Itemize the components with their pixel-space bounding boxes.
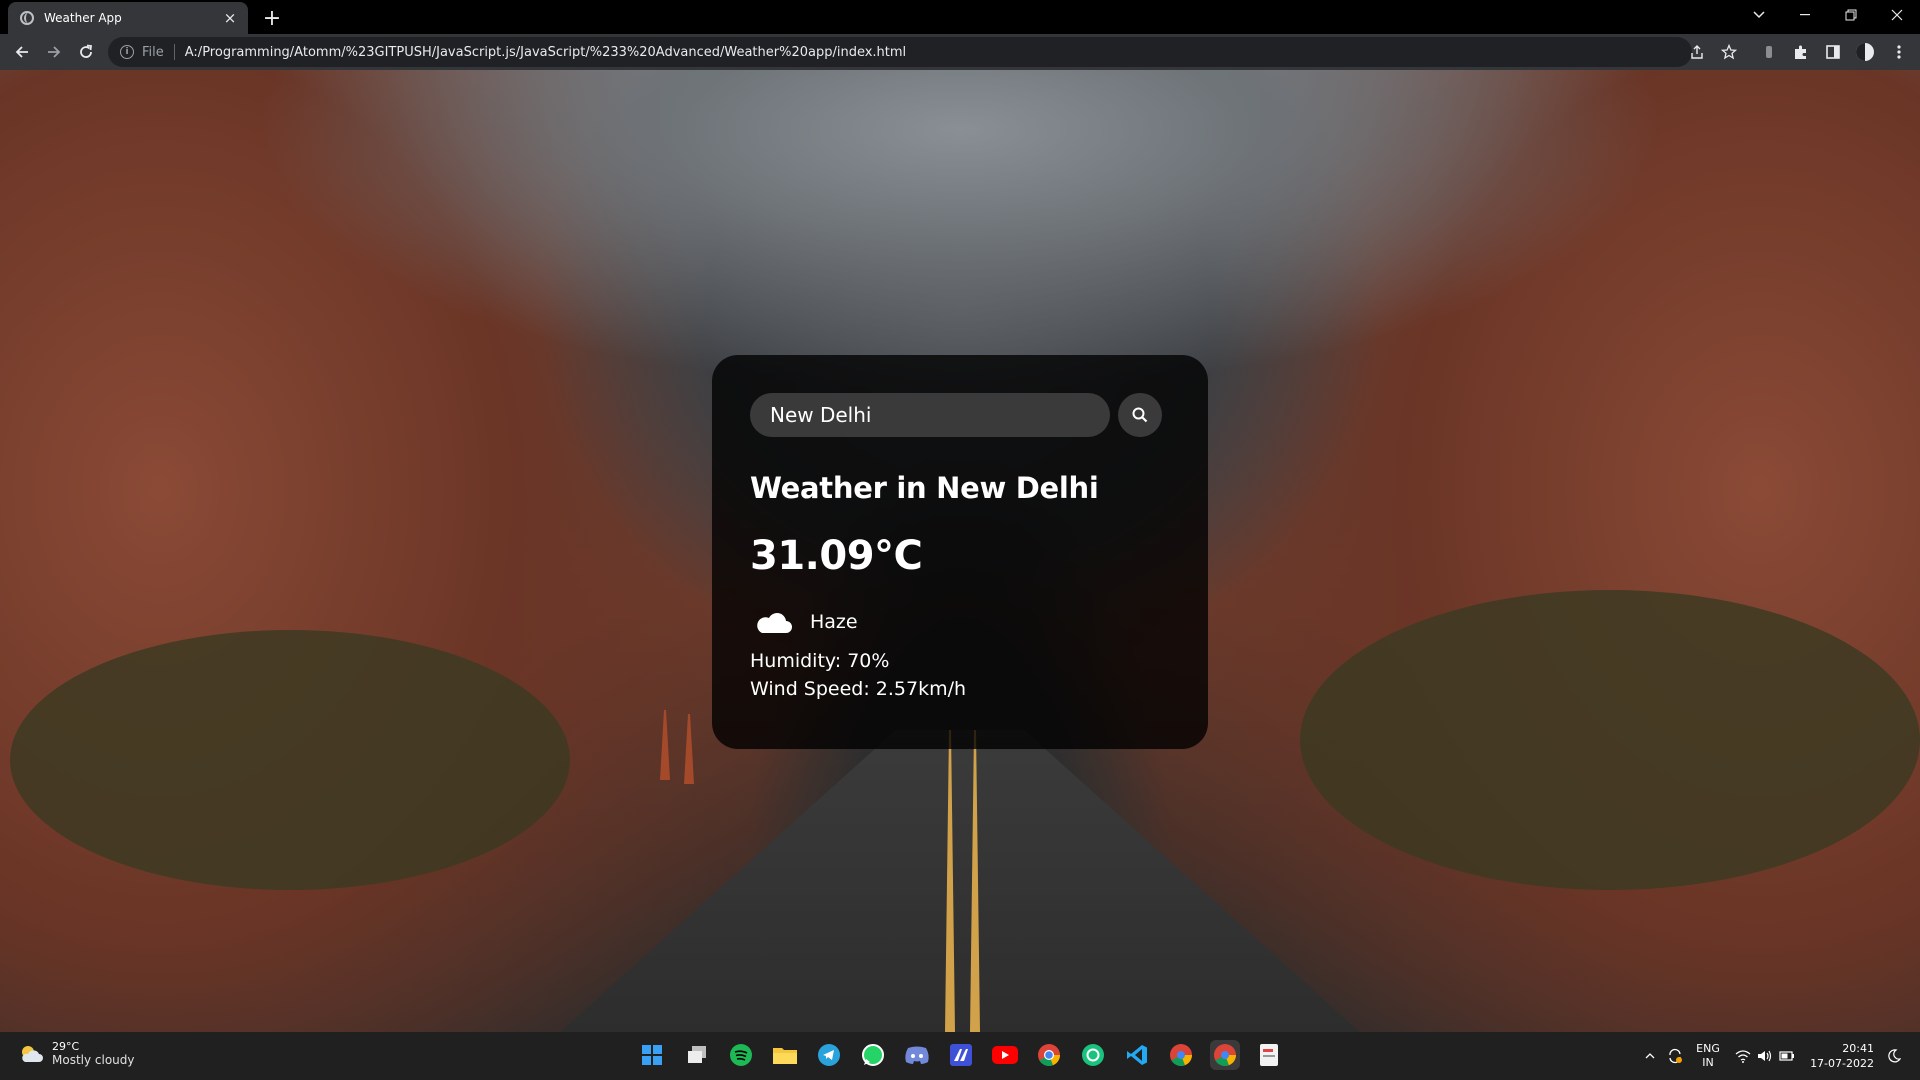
sync-icon[interactable] xyxy=(1664,1032,1686,1080)
road xyxy=(560,730,1360,1032)
clock-date: 17-07-2022 xyxy=(1810,1057,1874,1070)
humidity: Humidity: 70% xyxy=(750,650,890,672)
tab-weather-app[interactable]: Weather App × xyxy=(8,2,248,34)
minimize-button[interactable] xyxy=(1782,0,1828,30)
tab-close-button[interactable]: × xyxy=(222,9,238,27)
sidepanel-icon[interactable] xyxy=(1822,41,1844,63)
wifi-icon[interactable] xyxy=(1734,1032,1752,1080)
profile-icon[interactable] xyxy=(1854,41,1876,63)
city-heading: Weather in New Delhi xyxy=(750,471,1099,505)
clock-time: 20:41 xyxy=(1842,1042,1874,1055)
volume-icon[interactable] xyxy=(1756,1032,1774,1080)
weather-widget[interactable]: 29°C Mostly cloudy xyxy=(18,1040,135,1067)
info-icon[interactable]: i xyxy=(120,45,134,59)
scheme-label: File xyxy=(142,44,164,60)
bush xyxy=(1300,590,1920,890)
search-icon xyxy=(1132,407,1148,423)
whatsapp-icon[interactable] xyxy=(858,1040,888,1070)
condition-label: Haze xyxy=(810,611,858,633)
language-indicator[interactable]: ENG IN xyxy=(1692,1032,1724,1080)
chrome-active-icon[interactable] xyxy=(1210,1040,1240,1070)
chatgpt-icon[interactable] xyxy=(1078,1040,1108,1070)
vscode-icon[interactable] xyxy=(1122,1040,1152,1070)
battery-icon[interactable] xyxy=(1778,1032,1796,1080)
back-icon[interactable] xyxy=(8,38,36,66)
chrome-profile-icon[interactable] xyxy=(1166,1040,1196,1070)
tab-title: Weather App xyxy=(44,11,122,25)
region-code: IN xyxy=(1702,1056,1714,1069)
widget-description: Mostly cloudy xyxy=(52,1053,135,1067)
chevron-up-icon[interactable] xyxy=(1640,1032,1660,1080)
traffic-cone xyxy=(684,714,694,784)
new-tab-button[interactable]: + xyxy=(258,4,286,32)
browser-toolbar: i File A:/Programming/Atomm/%23GITPUSH/J… xyxy=(0,34,1920,70)
bush xyxy=(10,630,570,890)
extension-icon[interactable] xyxy=(1758,41,1780,63)
task-view-icon[interactable] xyxy=(682,1040,712,1070)
reload-icon[interactable] xyxy=(72,38,100,66)
globe-icon xyxy=(20,11,34,25)
notes-app-icon[interactable] xyxy=(1254,1040,1284,1070)
widget-temperature: 29°C xyxy=(52,1040,80,1053)
restore-button[interactable] xyxy=(1828,0,1874,30)
close-window-button[interactable] xyxy=(1874,0,1920,30)
star-icon[interactable] xyxy=(1718,41,1740,63)
discord-icon[interactable] xyxy=(902,1040,932,1070)
language-code: ENG xyxy=(1696,1042,1720,1055)
address-bar[interactable]: i File A:/Programming/Atomm/%23GITPUSH/J… xyxy=(108,37,1692,67)
address-separator xyxy=(173,44,175,60)
spotify-icon[interactable] xyxy=(726,1040,756,1070)
search-button[interactable] xyxy=(1118,393,1162,437)
search-input[interactable] xyxy=(750,393,1110,437)
condition-row: Haze xyxy=(750,605,1170,639)
search-row xyxy=(750,393,1170,437)
app-icon[interactable] xyxy=(946,1040,976,1070)
moon-icon[interactable] xyxy=(1884,1032,1904,1080)
cloud-icon xyxy=(750,605,798,639)
temperature: 31.09°C xyxy=(750,533,923,579)
share-icon[interactable] xyxy=(1686,41,1708,63)
start-icon[interactable] xyxy=(637,1040,667,1070)
sun-cloud-icon xyxy=(22,1045,43,1062)
weather-card: Weather in New Delhi 31.09°C Haze Humidi… xyxy=(712,355,1208,749)
tab-search-icon[interactable] xyxy=(1736,0,1782,30)
tab-strip: Weather App × + xyxy=(0,0,1920,34)
wind-speed: Wind Speed: 2.57km/h xyxy=(750,678,967,700)
puzzle-icon[interactable] xyxy=(1790,41,1812,63)
clock[interactable]: 20:41 17-07-2022 xyxy=(1808,1032,1874,1080)
telegram-icon[interactable] xyxy=(814,1040,844,1070)
traffic-cone xyxy=(660,710,670,780)
menu-icon[interactable] xyxy=(1888,41,1910,63)
file-explorer-icon[interactable] xyxy=(770,1040,800,1070)
url-text: A:/Programming/Atomm/%23GITPUSH/JavaScri… xyxy=(184,44,907,60)
taskbar: 29°C Mostly cloudy ENG IN 20:41 17-07-20… xyxy=(0,1032,1920,1080)
chrome-icon[interactable] xyxy=(1034,1040,1064,1070)
youtube-icon[interactable] xyxy=(990,1040,1020,1070)
forward-icon[interactable] xyxy=(40,38,68,66)
